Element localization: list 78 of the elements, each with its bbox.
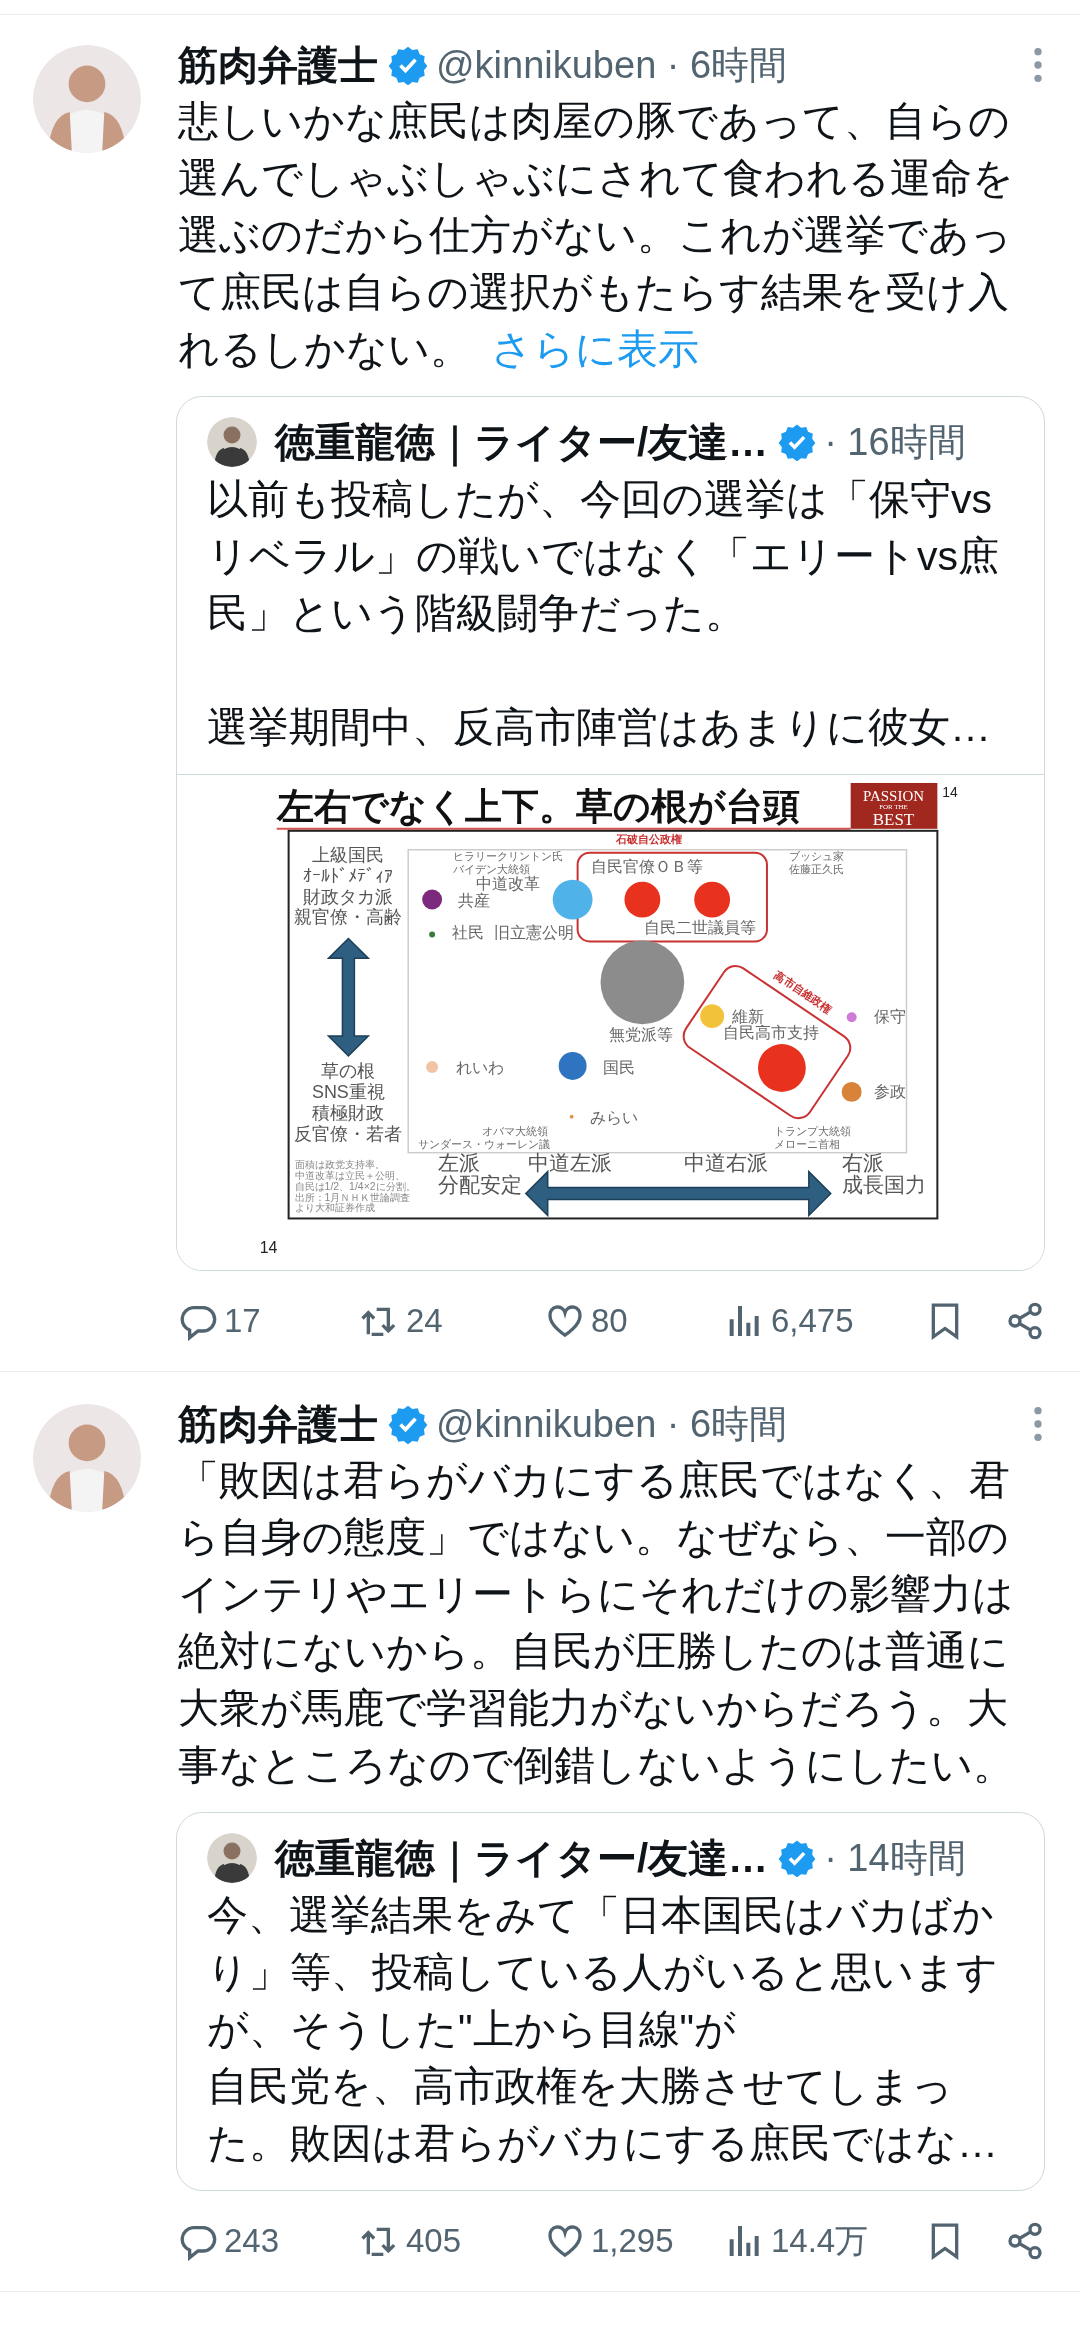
- quoted-text: 今、選挙結果をみて「日本国民はバカばかり」等、投稿している人がいると思いますが、そうした"上から目線"が: [207, 1891, 999, 2055]
- handle-time: @kinnikuben · 6時間: [436, 1401, 789, 1447]
- diagram-label: 参政: [873, 1082, 906, 1100]
- avatar[interactable]: [207, 417, 257, 467]
- diagram-label: トランプ大統領: [773, 1124, 851, 1137]
- like-button[interactable]: 1,295: [545, 2221, 725, 2262]
- author-name[interactable]: 徳重龍徳｜ライター/友達…: [275, 1830, 769, 1886]
- post-time: · 14時間: [824, 1835, 967, 1881]
- diagram-note: 出所：1月ＮＨＫ世論調査: [294, 1191, 411, 1203]
- author-name[interactable]: 筋肉弁護士: [178, 1396, 378, 1452]
- diagram-label: 社民: [452, 924, 485, 942]
- views-button[interactable]: 14.4万: [725, 2218, 925, 2264]
- axis-label: 中道右派: [684, 1150, 769, 1174]
- diagram-label: 無党派等: [609, 1026, 674, 1044]
- diagram-label: 中道改革: [475, 874, 540, 892]
- diagram-label: バイデン大統領: [453, 862, 531, 875]
- slide-image[interactable]: [177, 774, 1044, 1271]
- axis-label: 分配安定: [438, 1172, 523, 1196]
- avatar[interactable]: [207, 1833, 257, 1884]
- diagram-label: 維新: [732, 1008, 765, 1026]
- axis-label: 積極財政: [312, 1102, 385, 1123]
- author-name[interactable]: 徳重龍徳｜ライター/友達…: [275, 414, 769, 470]
- diagram-label: 自民官僚ＯＢ等: [590, 857, 703, 875]
- reply-button[interactable]: 243: [178, 2221, 360, 2262]
- diagram-label: 保守: [873, 1008, 906, 1026]
- reply-button[interactable]: 17: [178, 1301, 360, 1342]
- diagram-note: 自民は1/2、1/4×2に分割。: [294, 1180, 416, 1192]
- diagram-label: サンダース・ウォーレン議: [418, 1137, 551, 1150]
- diagram-note: 中道改革は立民＋公明、: [294, 1169, 405, 1181]
- diagram-label: 自民高市支持: [723, 1024, 820, 1042]
- axis-label: ｵｰﾙﾄﾞﾒﾃﾞｨｱ: [303, 865, 394, 886]
- views-button[interactable]: 6,475: [725, 1301, 925, 1342]
- axis-label: SNS重視: [312, 1081, 385, 1102]
- quoted-text: 以前も投稿したが、今回の選挙は「保守vsリベラル」の戦いではなく「エリートvs庶民」という階級闘争だった。: [207, 475, 1000, 638]
- diagram-label: 旧立憲公明: [493, 924, 574, 942]
- axis-label: 草の根: [321, 1060, 376, 1081]
- repost-button[interactable]: 405: [360, 2221, 545, 2262]
- axis-label: 左派: [438, 1150, 481, 1174]
- diagram-label: 共産: [458, 891, 491, 909]
- diagram-label: れいわ: [456, 1058, 505, 1076]
- diagram-label: 国民: [602, 1058, 635, 1076]
- post-time: · 16時間: [824, 419, 967, 465]
- axis-label: 右派: [841, 1150, 884, 1174]
- diagram-label: 高市自維政権: [772, 968, 834, 1016]
- logo-text: PASSION: [863, 787, 924, 804]
- quoted-post[interactable]: 徳重龍徳｜ライター/友達… · 14時間 今、選挙結果をみて「日本国民はバカばかり」等、投稿している人がいると思いますが、そうした"上から目線"が 自民党を、高市政権を大勝させてしまった。敗因は君らがバカにする庶民ではな…: [176, 1812, 1045, 2192]
- logo-text: BEST: [872, 809, 915, 829]
- author-name[interactable]: 筋肉弁護士: [178, 37, 378, 93]
- page-number: 14: [942, 783, 958, 800]
- quoted-text: 自民党を、高市政権を大勝させてしまった。敗因は君らがバカにする庶民ではな…: [207, 2062, 999, 2169]
- diagram-label: 自民二世議員等: [644, 919, 757, 937]
- more-icon[interactable]: [1031, 45, 1045, 85]
- axis-label: 中道左派: [527, 1150, 612, 1174]
- diagram-label: ブッシュ家: [788, 849, 844, 862]
- diagram-label: 佐藤正久氏: [788, 862, 844, 875]
- diagram-label: 石破自公政権: [616, 832, 683, 845]
- diagram-label: オバマ大統領: [481, 1124, 548, 1137]
- post-text: 「敗因は君らがバカにする庶民ではなく、君ら自身の態度」ではない。なぜなら、一部のインテリやエリートらにそれだけの影響力は絶対にないから。自民が圧勝したのは普通に大衆が馬鹿で学習能力がないからだろう。大事なところなので倒錯しないようにしたい。: [178, 1456, 1015, 1791]
- slide-title: 左右でなく上下。草の根が台頭: [276, 785, 800, 827]
- share-button[interactable]: [1005, 2221, 1045, 2262]
- share-button[interactable]: [1005, 1301, 1045, 1342]
- diagram-label: みらい: [589, 1108, 638, 1126]
- axis-label: 反官僚・若者: [294, 1123, 403, 1144]
- axis-label: 上級国民: [312, 844, 385, 865]
- diagram-note: より大和証券作成: [294, 1202, 375, 1214]
- axis-label: 成長国力: [841, 1172, 926, 1196]
- diagram-note: 面積は政党支持率。: [294, 1158, 385, 1170]
- axis-label: 親官僚・高齢: [294, 907, 403, 928]
- handle-time: @kinnikuben · 6時間: [436, 42, 789, 88]
- quoted-text: 選挙期間中、反高市陣営はあまりに彼女…: [207, 703, 992, 752]
- page-number: 14: [259, 1239, 278, 1257]
- like-button[interactable]: 80: [545, 1301, 725, 1342]
- diagram-label: ヒラリークリントン氏: [453, 849, 564, 862]
- repost-button[interactable]: 24: [360, 1301, 545, 1342]
- post-text: 悲しいかな庶民は肉屋の豚であって、自らの選んでしゃぶしゃぶにされて食われる運命を選ぶのだから仕方がない。これが選挙であって庶民は自らの選択がもたらす結果を受け入れるしかない。 さらに表示: [178, 97, 1015, 374]
- diagram-label: メローニ首相: [773, 1137, 840, 1150]
- axis-label: 財政タカ派: [303, 886, 394, 907]
- quoted-post[interactable]: [176, 396, 1045, 1272]
